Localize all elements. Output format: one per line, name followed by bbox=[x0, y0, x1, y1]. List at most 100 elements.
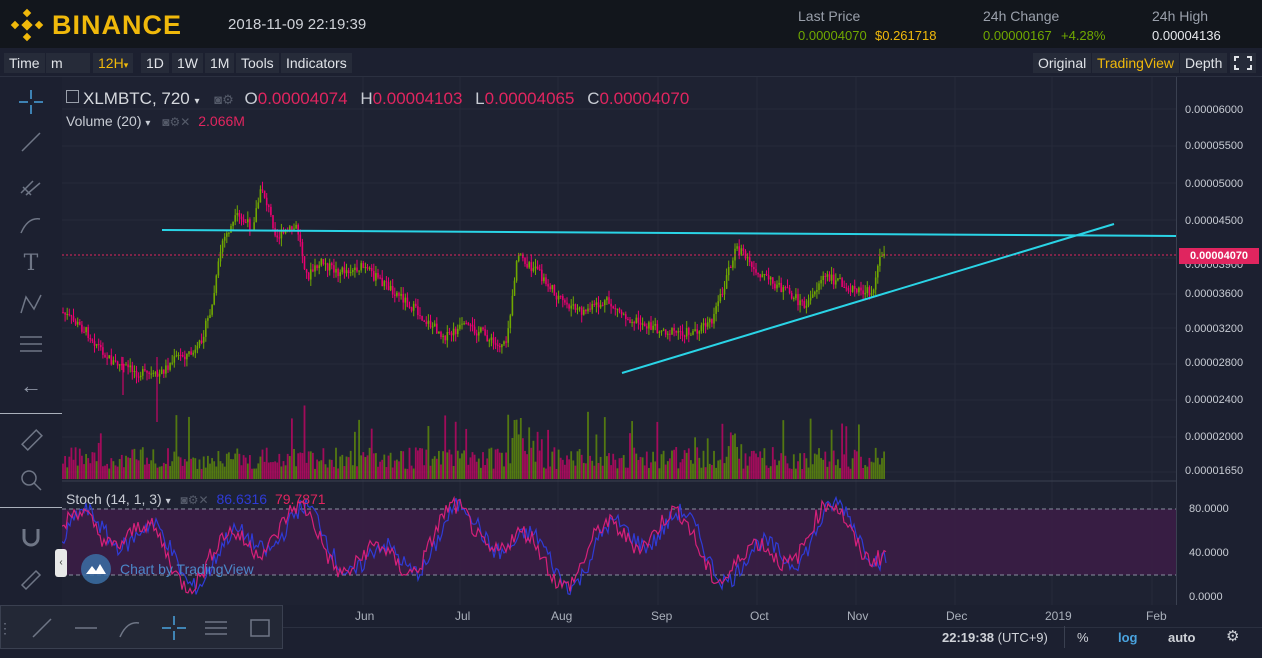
binance-logo[interactable]: BINANCE bbox=[10, 8, 182, 42]
volume-bar bbox=[299, 452, 302, 479]
chart-area[interactable]: XLMBTC, 720 ▾ ◙⚙ O0.00004074 H0.00004103… bbox=[61, 77, 1177, 605]
volume-bar bbox=[713, 450, 715, 479]
minute-select[interactable]: m ▾ bbox=[46, 53, 90, 90]
volume-value: 2.066M bbox=[198, 113, 245, 129]
quick-hline-icon[interactable] bbox=[71, 613, 101, 643]
candle-body bbox=[484, 329, 486, 336]
volume-bar bbox=[221, 463, 224, 479]
zoom-in-icon[interactable] bbox=[16, 465, 46, 495]
grip-icon[interactable]: ⋮ bbox=[0, 613, 15, 643]
volume-bar bbox=[333, 466, 335, 479]
dropdown-arrow-icon[interactable]: ▾ bbox=[195, 96, 200, 107]
volume-bar bbox=[410, 465, 413, 479]
trendline-icon[interactable] bbox=[16, 127, 46, 157]
candle-body bbox=[270, 206, 272, 216]
interval-1d-button[interactable]: 1D bbox=[141, 53, 169, 73]
symbol-name[interactable]: XLMBTC, 720 bbox=[83, 89, 190, 108]
candle-body bbox=[100, 344, 102, 348]
volume-bar bbox=[383, 454, 386, 479]
tradingview-view-button[interactable]: TradingView bbox=[1092, 53, 1180, 73]
quick-crosshair-icon[interactable] bbox=[159, 613, 189, 643]
back-arrow-icon[interactable]: ← bbox=[16, 371, 46, 401]
volume-bar bbox=[780, 453, 783, 479]
settings-icon[interactable]: ◙⚙ bbox=[214, 92, 234, 107]
candle-body bbox=[318, 265, 320, 269]
time-tick: Oct bbox=[750, 609, 769, 623]
volume-bar bbox=[366, 455, 369, 479]
volume-bar bbox=[795, 468, 797, 479]
quick-fib-icon[interactable] bbox=[201, 613, 231, 643]
ruler-icon[interactable] bbox=[16, 425, 46, 455]
brush-icon[interactable] bbox=[16, 209, 46, 239]
pitchfork-icon[interactable] bbox=[16, 169, 46, 199]
volume-bar bbox=[162, 462, 165, 479]
gear-icon[interactable]: ⚙ bbox=[1226, 627, 1239, 645]
candle-body bbox=[629, 319, 631, 323]
volume-bar bbox=[757, 457, 759, 479]
volume-bar bbox=[616, 468, 619, 479]
candle-body bbox=[534, 266, 537, 269]
volume-label[interactable]: Volume (20) bbox=[66, 113, 141, 129]
volume-bar bbox=[452, 466, 455, 479]
volume-bar bbox=[114, 465, 117, 479]
crosshair-icon[interactable] bbox=[16, 87, 46, 117]
close-label: C bbox=[587, 89, 600, 108]
indicators-button[interactable]: Indicators bbox=[281, 53, 352, 73]
quick-rectangle-icon[interactable] bbox=[245, 613, 275, 643]
clock-value: 22:19:38 bbox=[942, 630, 995, 645]
depth-view-button[interactable]: Depth bbox=[1180, 53, 1228, 73]
tradingview-logo-icon bbox=[81, 554, 111, 584]
dropdown-arrow-icon[interactable]: ▾ bbox=[166, 496, 171, 507]
interval-12h-button[interactable]: 12H▾ bbox=[93, 53, 134, 73]
tools-button[interactable]: Tools bbox=[236, 53, 279, 73]
timezone[interactable]: (UTC+9) bbox=[998, 630, 1048, 645]
tradingview-watermark[interactable]: Chart by TradingView bbox=[80, 553, 254, 585]
candle-body bbox=[805, 305, 808, 308]
collapse-icon[interactable] bbox=[66, 90, 79, 103]
volume-bar bbox=[175, 415, 178, 479]
candle-body bbox=[324, 263, 327, 265]
volume-bar bbox=[786, 463, 789, 479]
volume-bar bbox=[788, 468, 791, 479]
stoch-label[interactable]: Stoch (14, 1, 3) bbox=[66, 491, 162, 507]
stoch-settings-icon[interactable]: ◙⚙✕ bbox=[181, 493, 209, 507]
pattern-icon[interactable] bbox=[16, 289, 46, 319]
volume-bar bbox=[851, 458, 854, 479]
time-button[interactable]: Time bbox=[4, 53, 45, 73]
interval-1m-button[interactable]: 1M bbox=[205, 53, 235, 73]
text-tool-icon[interactable]: T bbox=[16, 249, 46, 279]
magnet-icon[interactable] bbox=[16, 521, 46, 551]
volume-bar bbox=[324, 464, 327, 479]
candle-body bbox=[419, 315, 421, 317]
log-toggle[interactable]: log bbox=[1118, 630, 1138, 645]
volume-bar bbox=[597, 462, 600, 479]
candle-body bbox=[146, 370, 148, 373]
price-axis[interactable]: 0.00006000 0.00005500 0.00005000 0.00004… bbox=[1176, 77, 1262, 605]
quick-trendline-icon[interactable] bbox=[27, 613, 57, 643]
volume-bar bbox=[123, 467, 125, 479]
percent-toggle[interactable]: % bbox=[1077, 630, 1089, 645]
auto-toggle[interactable]: auto bbox=[1168, 630, 1195, 645]
volume-bar bbox=[158, 466, 161, 479]
price-chart-svg[interactable] bbox=[61, 77, 1177, 605]
candle-body bbox=[114, 360, 117, 362]
volume-bar bbox=[278, 453, 281, 479]
collapse-panel-handle[interactable]: ‹ bbox=[55, 549, 67, 577]
lock-drawings-icon[interactable] bbox=[16, 561, 46, 591]
volume-bar bbox=[320, 460, 323, 479]
candle-body bbox=[383, 281, 386, 287]
candle-body bbox=[352, 270, 354, 273]
quick-brush-icon[interactable] bbox=[115, 613, 145, 643]
dropdown-arrow-icon[interactable]: ▾ bbox=[145, 118, 150, 129]
volume-bar bbox=[755, 453, 757, 479]
interval-1w-button[interactable]: 1W bbox=[172, 53, 203, 73]
candle-body bbox=[249, 219, 251, 231]
fullscreen-icon[interactable] bbox=[1230, 53, 1256, 73]
original-view-button[interactable]: Original bbox=[1033, 53, 1092, 73]
prediction-icon[interactable] bbox=[16, 329, 46, 359]
candle-body bbox=[490, 337, 493, 341]
candle-body bbox=[370, 267, 373, 272]
volume-settings-icon[interactable]: ◙⚙✕ bbox=[162, 115, 190, 129]
volume-bar bbox=[685, 452, 688, 479]
price-tick: 0.00002000 bbox=[1185, 431, 1244, 443]
